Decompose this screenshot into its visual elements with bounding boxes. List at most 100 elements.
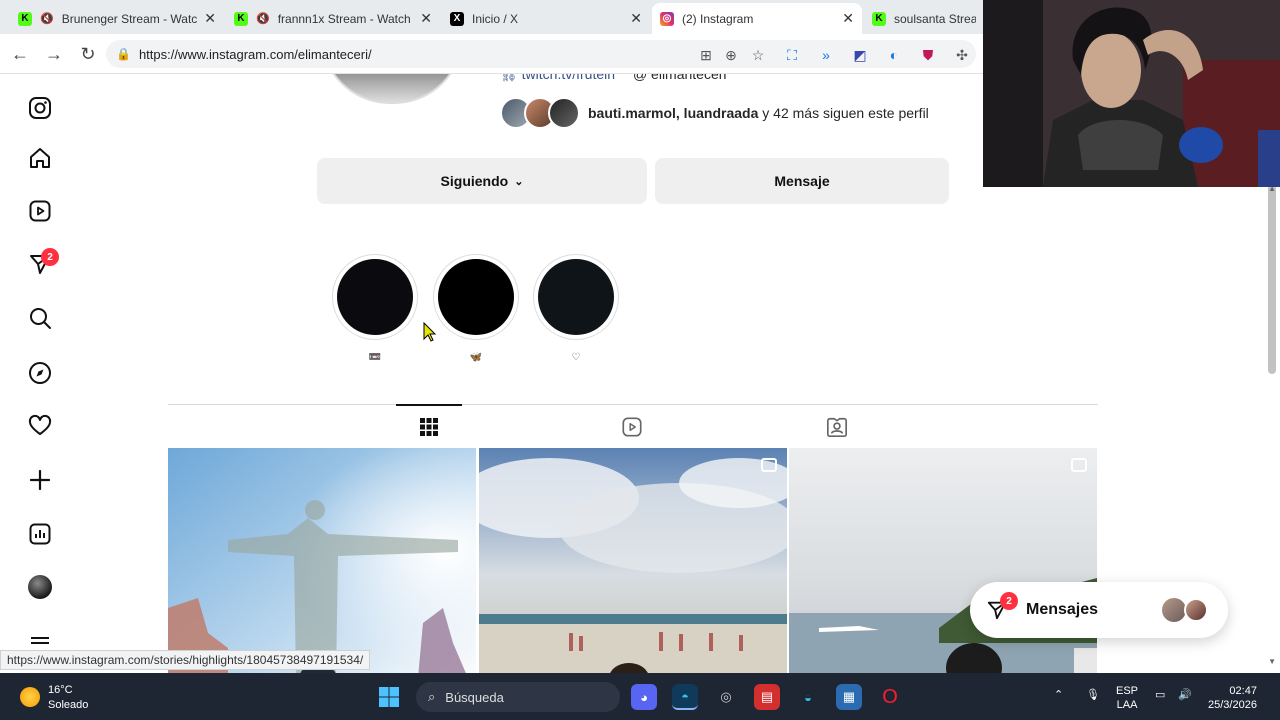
story-highlight[interactable]: ♡ — [533, 254, 619, 363]
weather-sun-icon[interactable] — [20, 687, 40, 707]
highlight-ring — [332, 254, 418, 340]
app-icon[interactable]: ▤ — [754, 684, 780, 710]
heart-notifications-icon[interactable] — [26, 412, 54, 440]
reels-icon[interactable] — [26, 197, 54, 225]
discord-icon[interactable]: ◕ — [631, 684, 657, 710]
edge-browser-icon[interactable]: ◓ — [672, 684, 698, 710]
temperature: 16°C — [48, 684, 73, 696]
tab-reels[interactable] — [599, 405, 665, 449]
dashboard-chart-icon[interactable] — [26, 520, 54, 548]
followed-by-row[interactable]: bauti.marmol, luandraada y 42 más siguen… — [500, 96, 929, 130]
profile-link[interactable]: twitch.tv/frutein — [522, 74, 615, 82]
messages-floating-button[interactable]: 2 Mensajes — [970, 582, 1228, 638]
screenshot-icon[interactable]: ⛶ — [783, 46, 801, 64]
microphone-icon[interactable]: 🎙 — [1086, 688, 1100, 702]
home-icon[interactable] — [26, 144, 54, 172]
instagram-sidebar: 2 — [0, 74, 82, 673]
highlight-cover — [438, 259, 514, 335]
multiple-photos-icon — [1071, 458, 1087, 472]
taskbar-search[interactable]: ⌕ Búsqueda — [416, 682, 620, 712]
following-label: Siguiendo — [440, 173, 509, 189]
chat-avatar — [1162, 598, 1186, 622]
profile-picture[interactable] — [320, 74, 464, 104]
search-placeholder: Búsqueda — [445, 689, 504, 705]
language-region: LAA — [1116, 699, 1138, 711]
post-thumbnail[interactable] — [479, 448, 787, 673]
obs-icon[interactable]: ◎ — [713, 684, 739, 710]
multiple-photos-icon — [761, 458, 777, 472]
site-info-icon[interactable]: 🔒 — [116, 47, 131, 61]
weather-widget[interactable]: 16°C Soleado — [48, 683, 88, 713]
create-plus-icon[interactable] — [26, 466, 54, 494]
posts-grid — [168, 448, 1098, 673]
story-highlight[interactable]: 🦋 — [433, 254, 519, 363]
tab-x-inicio[interactable]: X Inicio / X ✕ — [442, 3, 650, 34]
network-icon[interactable]: ▭ — [1155, 688, 1165, 702]
tab-soulsanta[interactable]: K soulsanta Stream - — [864, 3, 984, 34]
edge-dev-icon[interactable]: ◒ — [795, 684, 821, 710]
messages-badge: 2 — [1000, 592, 1018, 610]
muted-speaker-icon[interactable]: 🔇 — [256, 12, 270, 25]
threads-handle[interactable]: elimanteceri — [651, 74, 726, 82]
extension-icon[interactable]: ◐ — [885, 46, 903, 64]
close-icon[interactable]: ✕ — [204, 10, 216, 27]
profile-tabs — [168, 404, 1098, 448]
notification-badge: 2 — [41, 248, 59, 266]
highlight-ring — [433, 254, 519, 340]
following-dropdown-button[interactable]: Siguiendo ⌄ — [317, 158, 647, 204]
kick-icon: K — [18, 11, 32, 26]
clock[interactable]: 02:47 25/3/2026 — [1208, 684, 1257, 712]
page-scrollbar[interactable] — [1268, 184, 1276, 374]
opera-icon[interactable]: O — [877, 684, 903, 710]
tab-tagged[interactable] — [804, 405, 870, 449]
windows-start-icon[interactable] — [376, 684, 402, 710]
favorite-star-icon[interactable]: ☆ — [749, 46, 767, 64]
close-icon[interactable]: ✕ — [842, 10, 854, 27]
reload-icon[interactable]: ↻ — [76, 42, 100, 66]
scroll-down-icon[interactable]: ▼ — [1268, 657, 1276, 666]
back-arrow-icon[interactable]: ← — [8, 42, 32, 66]
tab-title: soulsanta Stream - — [894, 11, 976, 26]
post-thumbnail[interactable] — [168, 448, 476, 673]
x-icon: X — [450, 11, 464, 26]
extensions-puzzle-icon[interactable]: ✣ — [953, 46, 971, 64]
volume-icon[interactable]: 🔊 — [1178, 688, 1192, 702]
close-icon[interactable]: ✕ — [630, 10, 642, 27]
windows-taskbar: 16°C Soleado ⌕ Búsqueda ◕ ◓ ◎ ▤ ◒ ▦ O ⌃ … — [0, 673, 1280, 720]
ublock-icon[interactable]: ⛊ — [919, 46, 937, 64]
extension-icon[interactable]: ◩ — [851, 46, 869, 64]
followed-by-rest: y 42 más siguen este perfil — [758, 105, 929, 121]
highlight-label: 📼 — [368, 352, 382, 363]
tagged-person-icon — [827, 417, 847, 437]
profile-links: ⛓ twitch.tv/frutein @ elimanteceri — [500, 74, 727, 83]
chevron-up-icon[interactable]: ⌃ — [1054, 688, 1063, 702]
muted-speaker-icon[interactable]: 🔇 — [40, 12, 54, 25]
search-icon[interactable] — [26, 304, 54, 332]
language-indicator[interactable]: ESP LAA — [1116, 684, 1138, 712]
tab-instagram[interactable]: ◎ (2) Instagram ✕ — [652, 3, 862, 34]
apps-grid-icon[interactable]: ⊞ — [697, 46, 715, 64]
explore-compass-icon[interactable] — [26, 359, 54, 387]
post-thumbnail[interactable] — [789, 448, 1097, 673]
tab-title: Brunenger Stream - Watch Li — [61, 11, 199, 26]
reels-icon — [622, 417, 642, 437]
instagram-logo-icon[interactable] — [26, 94, 54, 122]
grid-icon — [420, 418, 438, 436]
message-button[interactable]: Mensaje — [655, 158, 949, 204]
tab-brunenger[interactable]: K 🔇 Brunenger Stream - Watch Li ✕ — [10, 3, 224, 34]
tab-posts-grid[interactable] — [396, 404, 462, 448]
calculator-icon[interactable]: ▦ — [836, 684, 862, 710]
tab-title: (2) Instagram — [682, 11, 754, 26]
tab-frannn1x[interactable]: K 🔇 frannn1x Stream - Watch Li ✕ — [226, 3, 440, 34]
profile-avatar[interactable] — [26, 573, 54, 601]
followed-by-names: bauti.marmol, luandraada — [588, 105, 759, 121]
language-code: ESP — [1116, 685, 1139, 697]
messages-label: Mensajes — [1026, 601, 1099, 618]
read-aloud-icon[interactable]: » — [817, 46, 835, 64]
url-bar[interactable]: 🔒 https://www.instagram.com/elimanteceri… — [106, 40, 976, 68]
forward-arrow-icon[interactable]: → — [42, 42, 66, 66]
close-icon[interactable]: ✕ — [420, 10, 432, 27]
story-highlight[interactable]: 📼 — [332, 254, 418, 363]
weather-condition: Soleado — [48, 699, 89, 711]
zoom-icon[interactable]: ⊕ — [722, 46, 740, 64]
